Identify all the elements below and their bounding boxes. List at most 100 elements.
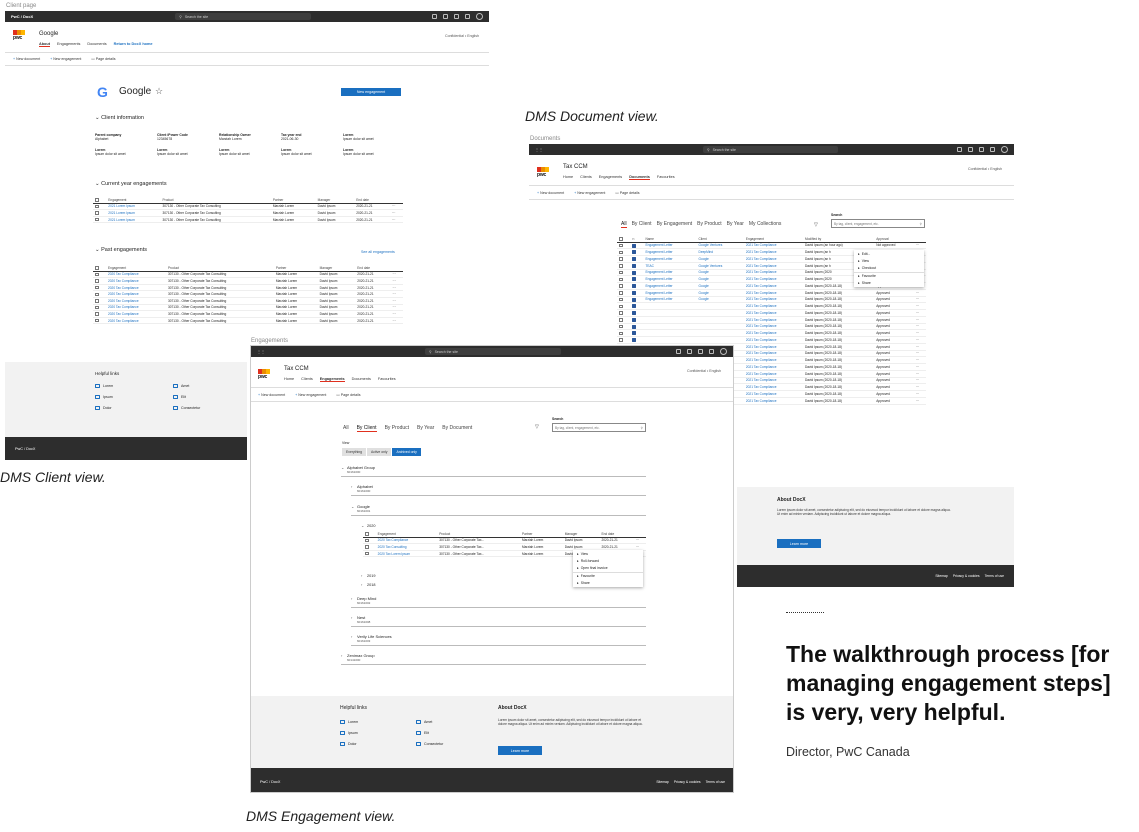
more-icon[interactable]: ···: [390, 209, 403, 217]
nav-tab-favourites[interactable]: Favourites: [378, 377, 396, 382]
checkbox[interactable]: [619, 257, 623, 261]
table-row[interactable]: 2020 Tax Compliance 307130 - Other Corpor…: [93, 277, 403, 285]
help-icon[interactable]: [454, 14, 459, 19]
tab-engagements[interactable]: Engagements: [57, 42, 80, 47]
row-checkbox[interactable]: [93, 317, 106, 325]
row-checkbox[interactable]: [617, 316, 630, 324]
checkbox[interactable]: [95, 198, 99, 202]
table-cell[interactable]: 2021 Tax Compliance: [743, 262, 803, 270]
helpful-link[interactable]: Elit: [173, 395, 233, 399]
table-cell[interactable]: 2021 Tax Compliance: [743, 282, 803, 290]
nav-tab-home[interactable]: Home: [284, 377, 294, 382]
eng-search-input[interactable]: By tag, client, engagement, etc. ⚲: [552, 423, 646, 432]
table-cell[interactable]: 2020 Tax Compliance: [106, 297, 166, 305]
table-cell[interactable]: Google: [696, 275, 744, 284]
tree-node-nest[interactable]: › Nest 60161008: [351, 615, 370, 624]
nav-tab-favourites[interactable]: Favourites: [657, 175, 675, 180]
client-info-heading[interactable]: ⌄ Client information: [95, 115, 144, 121]
row-checkbox[interactable]: [93, 290, 106, 298]
helpful-link[interactable]: Elit: [416, 731, 476, 735]
helpful-link[interactable]: Dolor: [95, 406, 173, 410]
menu-item[interactable]: ▸ Open final invoice: [573, 564, 643, 571]
more-icon[interactable]: ···: [390, 277, 403, 285]
tree-node-alphabet[interactable]: › Alphabet 60161000: [351, 484, 373, 493]
bell-icon[interactable]: [443, 14, 448, 19]
table-cell[interactable]: 2021 Tax Compliance: [743, 343, 803, 351]
help-icon[interactable]: [698, 349, 703, 354]
checkbox[interactable]: [95, 312, 99, 316]
menu-item[interactable]: ▸ Share: [854, 280, 924, 287]
nav-tab-documents[interactable]: Documents: [629, 175, 650, 180]
filter-tab[interactable]: By Product: [697, 221, 721, 228]
filter-tab[interactable]: By Engagement: [657, 221, 693, 228]
avatar[interactable]: [1001, 146, 1008, 153]
gear-icon[interactable]: [709, 349, 714, 354]
table-cell[interactable]: [643, 302, 697, 311]
menu-item[interactable]: ▸ Checkout: [854, 264, 924, 271]
bell-icon[interactable]: [968, 147, 973, 152]
table-cell[interactable]: 2021 Tax Compliance: [743, 336, 803, 344]
row-checkbox[interactable]: [363, 537, 376, 545]
view-option[interactable]: Everything: [342, 448, 367, 456]
row-checkbox[interactable]: [617, 296, 630, 304]
row-checkbox[interactable]: [93, 203, 107, 211]
more-icon[interactable]: ···: [633, 537, 646, 545]
more-icon[interactable]: ···: [913, 383, 926, 392]
tab-documents[interactable]: Documents: [87, 42, 106, 47]
doc-site-search[interactable]: ⚲ Search the site: [703, 146, 838, 153]
menu-item[interactable]: ▸ Share: [573, 580, 643, 587]
more-icon[interactable]: ···: [913, 302, 926, 311]
table-row[interactable]: 2020 Tax Compliance 307130 - Other Corpor…: [93, 297, 403, 305]
table-cell[interactable]: 2020 Tax Compliance: [106, 290, 166, 298]
star-icon[interactable]: ☆: [155, 86, 163, 97]
more-icon[interactable]: ···: [913, 390, 926, 398]
new-document-button[interactable]: + New document: [13, 57, 40, 61]
checkbox[interactable]: [619, 318, 623, 322]
filter-tab[interactable]: By Client: [356, 425, 377, 432]
footer-link[interactable]: Terms of use: [706, 780, 725, 784]
helpful-link[interactable]: Ipsum: [340, 731, 416, 735]
table-row[interactable]: 2020 Tax Compliance 307130 - Other Corpor…: [93, 310, 403, 318]
learn-more-button[interactable]: Learn more: [498, 746, 542, 755]
table-cell[interactable]: 2021 Tax Compliance: [743, 377, 803, 385]
tree-node-zenimax-group[interactable]: › Zenimax Group 60141000: [341, 653, 375, 662]
checkbox[interactable]: [619, 270, 623, 275]
language-selector[interactable]: Confidential • English: [445, 34, 479, 38]
share-icon[interactable]: [432, 14, 437, 19]
row-checkbox[interactable]: [617, 255, 630, 263]
footer-link[interactable]: Sitemap: [656, 780, 668, 784]
new-document-button[interactable]: + New document: [537, 191, 564, 195]
row-checkbox[interactable]: [617, 309, 630, 317]
view-option[interactable]: Active only: [367, 448, 392, 456]
row-checkbox[interactable]: [363, 550, 376, 558]
more-icon[interactable]: ···: [913, 329, 926, 338]
helpful-link[interactable]: Amet: [173, 384, 233, 388]
table-cell[interactable]: Google: [696, 255, 744, 263]
tree-node-google[interactable]: ⌄ Google 60161001: [351, 504, 370, 513]
table-cell[interactable]: [643, 316, 697, 324]
table-row[interactable]: 2020 Tax Compliance 307130 - Other Corpor…: [363, 537, 646, 545]
table-cell[interactable]: Engagement Letter: [643, 289, 697, 297]
new-engagement-cmd[interactable]: + New engagement: [574, 191, 605, 195]
table-cell[interactable]: 2020 Tax Lorem Ipsum: [375, 550, 438, 558]
table-row[interactable]: 2021 Tax Compliance David Ipsum (2020-18-…: [617, 316, 926, 324]
view-option[interactable]: Archived only: [392, 448, 421, 456]
table-cell[interactable]: Engagement Letter: [643, 248, 697, 257]
app-launcher-icon[interactable]: ⋮⋮: [535, 147, 543, 152]
table-row[interactable]: 2021 Tax Compliance David Ipsum (2020-18-…: [617, 302, 926, 311]
filter-tab[interactable]: By Document: [442, 425, 472, 432]
row-checkbox[interactable]: [93, 216, 107, 224]
more-icon[interactable]: ···: [913, 336, 926, 344]
table-cell[interactable]: DeepMind: [696, 248, 744, 257]
checkbox[interactable]: [95, 217, 99, 222]
helpful-link[interactable]: Lorem: [340, 720, 416, 724]
checkbox[interactable]: [95, 266, 99, 270]
menu-item[interactable]: ▸ Favourite: [573, 573, 643, 580]
table-cell[interactable]: 2021 Tax Compliance: [743, 350, 803, 358]
checkbox[interactable]: [619, 237, 623, 241]
table-cell[interactable]: [696, 336, 744, 344]
checkbox[interactable]: [619, 264, 623, 268]
learn-more-button[interactable]: Learn more: [777, 539, 821, 548]
checkbox[interactable]: [619, 297, 623, 302]
row-checkbox[interactable]: [617, 289, 630, 297]
